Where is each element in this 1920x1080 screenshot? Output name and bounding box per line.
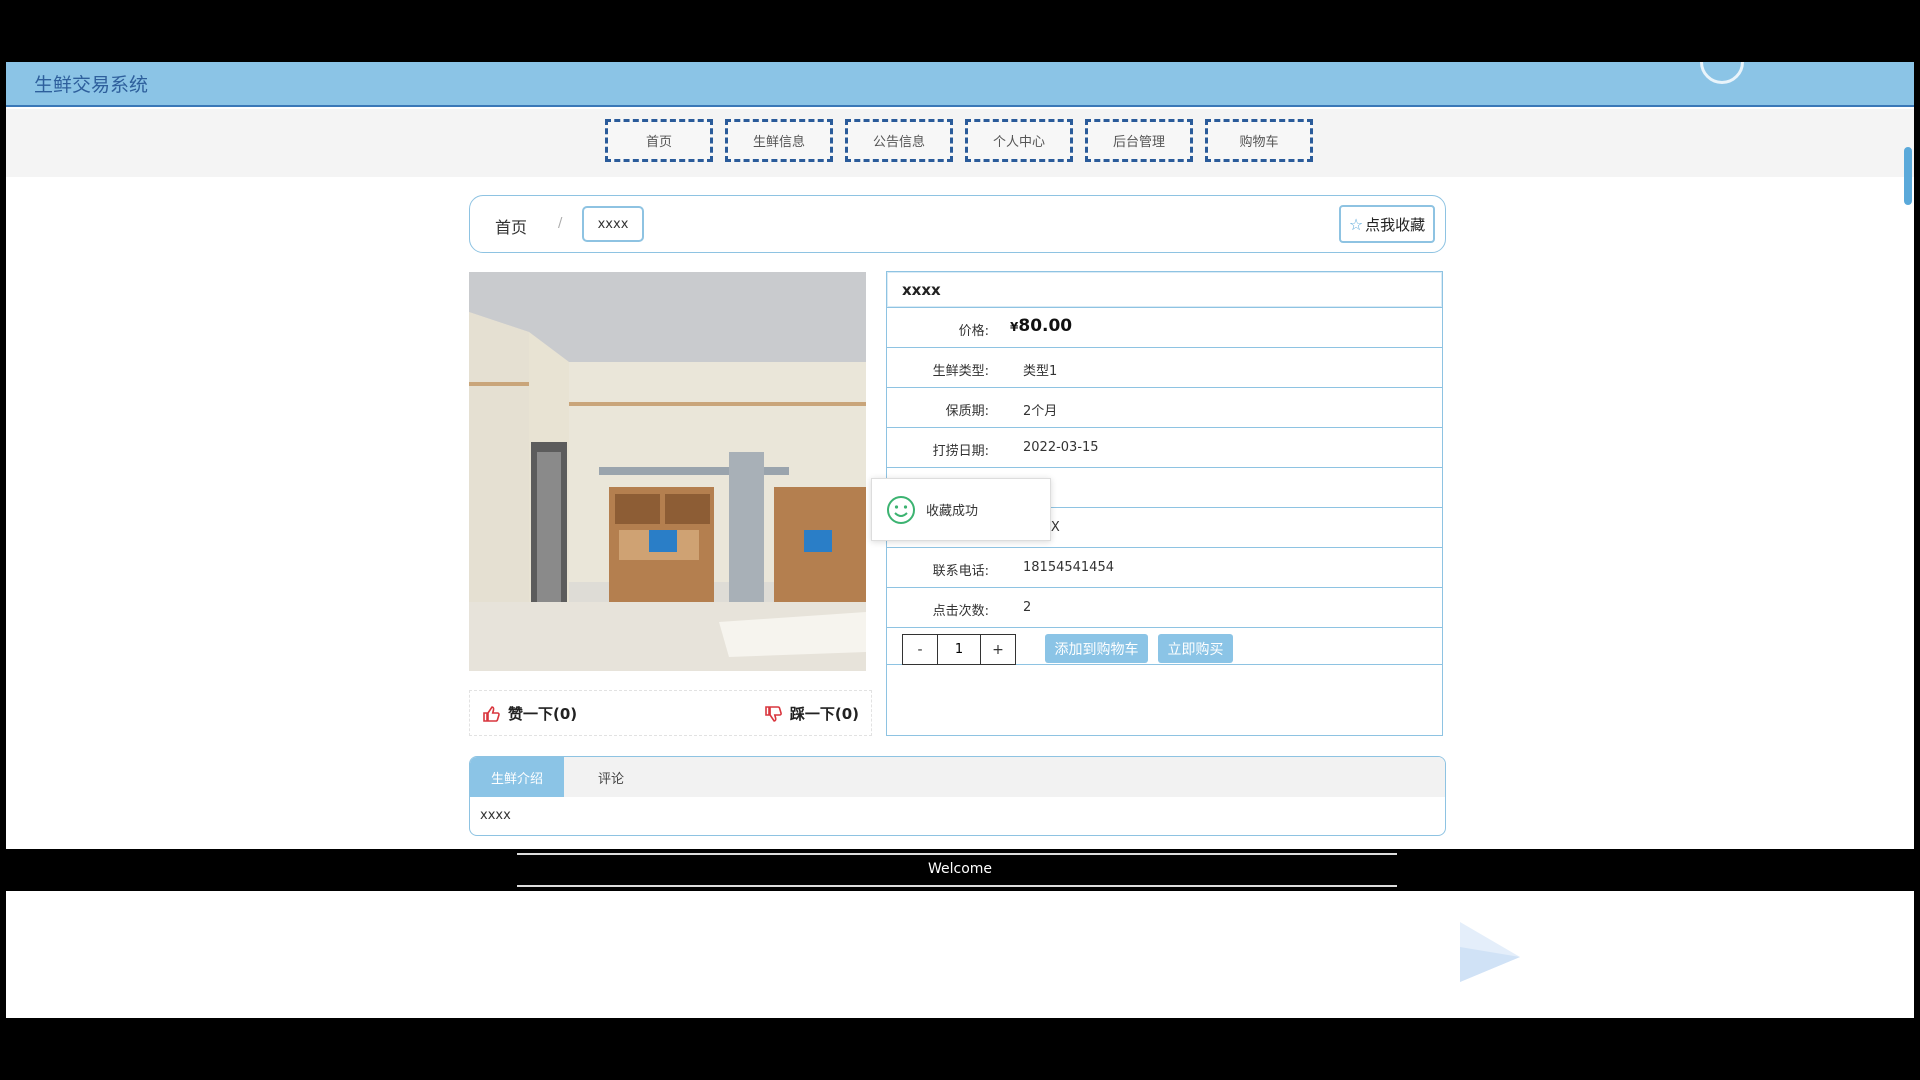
tab-introduction[interactable]: 生鲜介绍 xyxy=(470,757,564,797)
footer-text: Welcome xyxy=(927,861,993,877)
quantity-stepper: - + xyxy=(902,634,1016,665)
info-value: 2022-03-15 xyxy=(1023,440,1099,455)
breadcrumb-home[interactable]: 首页 xyxy=(495,214,527,238)
dislike-button[interactable]: 踩一下(0) xyxy=(764,703,859,724)
info-label: 生鲜类型: xyxy=(932,364,989,379)
breadcrumb-separator: / xyxy=(558,216,563,231)
info-label: 联系电话: xyxy=(932,564,989,579)
nav-item-cart[interactable]: 购物车 xyxy=(1205,119,1313,162)
player-logo-icon xyxy=(1455,917,1525,991)
dislike-label: 踩一下(0) xyxy=(789,705,859,723)
price-amount: 80.00 xyxy=(1018,316,1073,336)
info-row-phone: 联系电话: 18154541454 xyxy=(887,548,1442,588)
scrollbar[interactable] xyxy=(1904,147,1912,205)
detail-tabs: 生鲜介绍 评论 xxxx xyxy=(469,756,1446,836)
breadcrumb-current: xxxx xyxy=(582,206,644,242)
quantity-decrease-button[interactable]: - xyxy=(903,635,937,664)
info-label: 价格: xyxy=(958,324,989,339)
product-image xyxy=(469,272,866,671)
browser-viewport: 生鲜交易系统 首页 生鲜信息 公告信息 个人中心 后台管理 购物车 首页 / x… xyxy=(6,62,1914,1018)
info-value: 2 xyxy=(1023,600,1032,615)
vote-bar: 赞一下(0) 踩一下(0) xyxy=(469,690,872,736)
nav-item-admin[interactable]: 后台管理 xyxy=(1085,119,1193,162)
product-name: xxxx xyxy=(887,272,1442,308)
footer: Welcome xyxy=(6,849,1914,891)
like-label: 赞一下(0) xyxy=(508,705,578,723)
info-row-type: 生鲜类型: 类型1 xyxy=(887,348,1442,388)
add-to-cart-button[interactable]: 添加到购物车 xyxy=(1045,634,1148,663)
nav-bar: 首页 生鲜信息 公告信息 个人中心 后台管理 购物车 xyxy=(6,109,1914,177)
nav-item-home[interactable]: 首页 xyxy=(605,119,713,162)
thumbs-down-icon xyxy=(765,705,782,722)
site-title: 生鲜交易系统 xyxy=(34,74,149,96)
info-value: 类型1 xyxy=(1023,364,1058,379)
toast-notification: 收藏成功 xyxy=(871,478,1051,541)
info-label: 保质期: xyxy=(945,404,989,419)
footer-divider xyxy=(517,853,1397,855)
nav-item-personal-center[interactable]: 个人中心 xyxy=(965,119,1073,162)
footer-divider xyxy=(517,885,1397,887)
buy-now-button[interactable]: 立即购买 xyxy=(1158,634,1233,663)
info-row-shelf-life: 保质期: 2个月 xyxy=(887,388,1442,428)
top-bar: 生鲜交易系统 xyxy=(6,62,1914,107)
tab-bar: 生鲜介绍 评论 xyxy=(470,757,1445,797)
nav-item-notices[interactable]: 公告信息 xyxy=(845,119,953,162)
info-row-price: 价格: ¥80.00 xyxy=(887,308,1442,348)
quantity-input[interactable] xyxy=(937,635,981,664)
thumbs-up-icon xyxy=(483,705,500,722)
info-label: 打捞日期: xyxy=(932,444,989,459)
tab-content: xxxx xyxy=(480,808,511,823)
favorite-label: 点我收藏 xyxy=(1365,215,1426,234)
info-label: 点击次数: xyxy=(932,604,989,619)
nav-item-fresh-info[interactable]: 生鲜信息 xyxy=(725,119,833,162)
info-value: 2个月 xyxy=(1023,404,1058,419)
like-button[interactable]: 赞一下(0) xyxy=(482,703,577,724)
star-icon: ☆ xyxy=(1348,214,1364,234)
tab-comments[interactable]: 评论 xyxy=(564,757,658,797)
price-value: ¥80.00 xyxy=(1010,316,1072,336)
breadcrumb: 首页 / xxxx ☆ 点我收藏 xyxy=(469,195,1446,253)
purchase-actions: - + 添加到购物车 立即购买 xyxy=(887,628,1442,665)
user-avatar[interactable] xyxy=(1700,62,1744,84)
info-row-clicks: 点击次数: 2 xyxy=(887,588,1442,628)
info-value: 18154541454 xyxy=(1023,560,1114,575)
favorite-button[interactable]: ☆ 点我收藏 xyxy=(1339,205,1435,243)
toast-message: 收藏成功 xyxy=(926,504,979,519)
quantity-increase-button[interactable]: + xyxy=(981,635,1015,664)
info-row-catch-date: 打捞日期: 2022-03-15 xyxy=(887,428,1442,468)
smile-icon xyxy=(887,495,915,524)
